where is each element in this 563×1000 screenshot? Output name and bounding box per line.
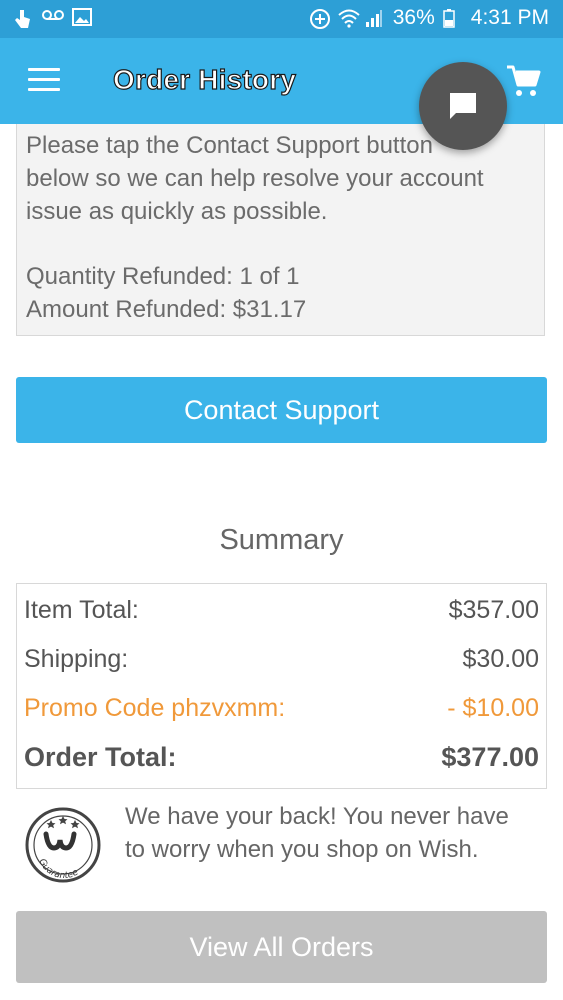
summary-row-shipping: Shipping: $30.00: [24, 645, 539, 677]
summary-row-order-total: Order Total: $377.00: [24, 742, 539, 774]
chat-bubble-icon: [450, 93, 476, 119]
chat-button[interactable]: [419, 62, 507, 150]
battery-percent: 36%: [392, 6, 435, 29]
image-icon: [72, 8, 92, 28]
view-all-orders-button[interactable]: View All Orders: [16, 911, 547, 983]
page-title: Order History: [112, 63, 297, 95]
data-saver-icon: [309, 8, 330, 29]
wifi-icon: [337, 8, 360, 28]
voicemail-icon: [42, 8, 64, 28]
summary-value: $30.00: [462, 645, 539, 673]
summary-value: $377.00: [441, 742, 539, 772]
contact-support-button[interactable]: Contact Support: [16, 377, 547, 443]
summary-value: $357.00: [448, 596, 539, 624]
order-summary-table: Item Total: $357.00 Shipping: $30.00 Pro…: [16, 583, 547, 789]
summary-label: Order Total:: [24, 742, 177, 772]
refund-message-line: issue as quickly as possible.: [26, 198, 328, 225]
refund-details: Quantity Refunded: 1 of 1 Amount Refunde…: [26, 260, 306, 326]
summary-row-item-total: Item Total: $357.00: [24, 596, 539, 628]
summary-label: Promo Code phzvxmm:: [24, 694, 286, 722]
signal-icon: [365, 8, 385, 28]
guarantee-message: We have your back! You never have to wor…: [125, 803, 509, 863]
refund-message-box: Please tap the Contact Support button be…: [16, 124, 545, 336]
summary-value: - $10.00: [447, 694, 539, 722]
refund-message-line: below so we can help resolve your accoun…: [26, 165, 484, 192]
hamburger-menu-icon[interactable]: [28, 68, 60, 94]
status-bar: 36% 4:31 PM: [0, 0, 563, 38]
clock: 4:31 PM: [470, 6, 549, 29]
battery-icon: [443, 8, 463, 28]
status-bar-right: 36% 4:31 PM: [309, 6, 549, 30]
quantity-refunded: Quantity Refunded: 1 of 1: [26, 263, 300, 290]
guarantee-seal-icon: Guarantee: [24, 806, 102, 884]
summary-title: Summary: [219, 524, 344, 556]
summary-label: Shipping:: [24, 645, 129, 673]
touch-icon: [12, 8, 32, 28]
amount-refunded: Amount Refunded: $31.17: [26, 296, 307, 323]
summary-label: Item Total:: [24, 596, 139, 624]
shopping-cart-icon[interactable]: [505, 64, 545, 100]
status-bar-left: [12, 8, 92, 28]
summary-row-promo-code: Promo Code phzvxmm: - $10.00: [24, 694, 539, 726]
